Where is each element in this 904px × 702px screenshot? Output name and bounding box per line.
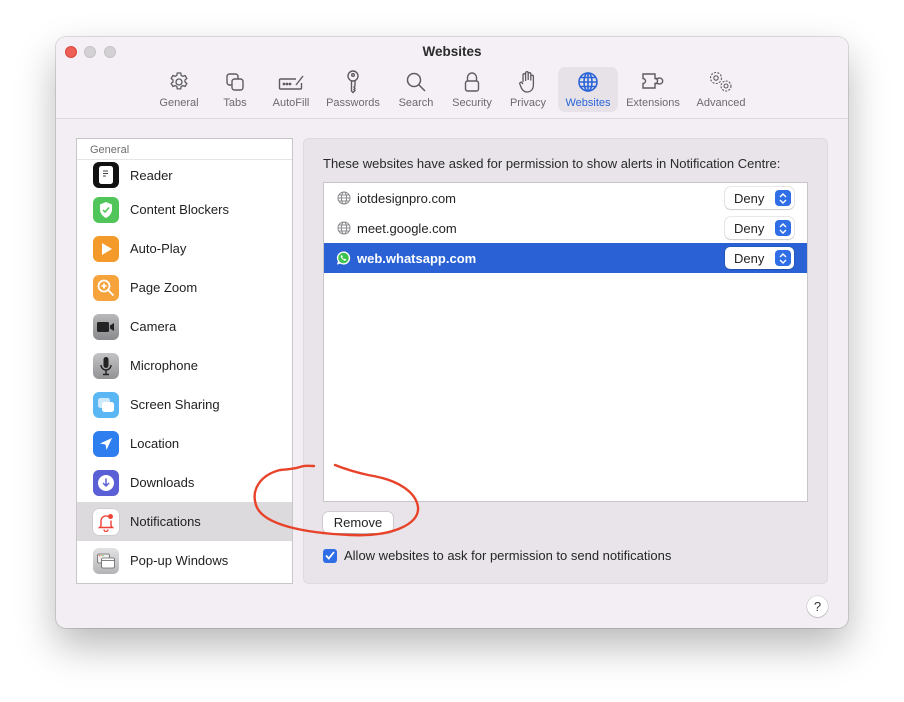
sidebar-item-label: Notifications	[130, 514, 201, 529]
gears-icon	[707, 69, 735, 95]
permission-select[interactable]: Deny	[725, 187, 794, 209]
sidebar-item-location[interactable]: Location	[77, 424, 292, 463]
website-name: iotdesignpro.com	[357, 190, 456, 206]
website-row[interactable]: iotdesignpro.com Deny	[324, 183, 807, 213]
permission-select[interactable]: Deny	[725, 247, 794, 269]
sidebar-item-label: Pop-up Windows	[130, 553, 229, 568]
tab-label: AutoFill	[272, 97, 310, 109]
sidebar-item-label: Page Zoom	[130, 280, 198, 295]
permission-value: Deny	[734, 220, 765, 236]
sidebar-item-page-zoom[interactable]: Page Zoom	[77, 268, 292, 307]
whatsapp-icon	[336, 251, 351, 266]
remove-button[interactable]: Remove	[323, 512, 393, 533]
globe-icon	[336, 221, 351, 236]
preferences-toolbar: General Tabs AutoFill Passwords Search S…	[56, 67, 848, 113]
tab-label: Passwords	[326, 97, 380, 109]
tab-autofill[interactable]: AutoFill	[266, 67, 316, 112]
sidebar-item-notifications[interactable]: Notifications	[77, 502, 292, 541]
website-name: meet.google.com	[357, 220, 457, 236]
sidebar-section-header: General	[77, 139, 292, 160]
window-title: Websites	[422, 44, 482, 59]
chevron-up-down-icon	[775, 190, 791, 206]
reader-icon	[93, 162, 119, 188]
download-icon	[93, 469, 119, 496]
sidebar-item-content-blockers[interactable]: Content Blockers	[77, 190, 292, 229]
preferences-window: Websites General Tabs AutoFill Passwords…	[56, 37, 848, 628]
website-list[interactable]: iotdesignpro.com Deny meet.google.com De…	[323, 182, 808, 502]
popup-windows-icon	[93, 547, 119, 574]
sidebar-item-label: Auto-Play	[130, 241, 187, 256]
sidebar-item-label: Location	[130, 436, 180, 451]
shield-icon	[93, 196, 119, 223]
notifications-panel: These websites have asked for permission…	[303, 138, 828, 584]
screen-sharing-icon	[93, 391, 119, 418]
tab-label: Tabs	[223, 97, 247, 109]
website-row[interactable]: web.whatsapp.com Deny	[324, 243, 807, 273]
camera-icon	[93, 313, 119, 340]
sidebar-item-camera[interactable]: Camera	[77, 307, 292, 346]
tab-general[interactable]: General	[152, 67, 206, 112]
tab-privacy[interactable]: Privacy	[504, 67, 552, 112]
permissions-sidebar: General Reader Content Blockers Auto-Pla…	[76, 138, 293, 584]
sidebar-item-label: Screen Sharing	[130, 397, 220, 412]
tab-label: General	[159, 97, 199, 109]
globe-icon	[574, 69, 602, 95]
tab-label: Security	[452, 97, 492, 109]
sidebar-item-microphone[interactable]: Microphone	[77, 346, 292, 385]
tab-label: Privacy	[509, 97, 547, 109]
sidebar-item-label: Camera	[130, 319, 177, 334]
allow-notifications-row[interactable]: Allow websites to ask for permission to …	[323, 548, 671, 563]
tab-websites[interactable]: Websites	[558, 67, 618, 112]
allow-notifications-label: Allow websites to ask for permission to …	[344, 548, 672, 563]
tab-search[interactable]: Search	[392, 67, 440, 112]
location-icon	[93, 430, 119, 457]
website-name: web.whatsapp.com	[357, 250, 477, 266]
tab-advanced[interactable]: Advanced	[690, 67, 752, 112]
chevron-up-down-icon	[775, 220, 791, 236]
hand-icon	[514, 69, 542, 95]
sidebar-item-screen-sharing[interactable]: Screen Sharing	[77, 385, 292, 424]
sidebar-item-downloads[interactable]: Downloads	[77, 463, 292, 502]
sidebar-item-label: Content Blockers	[130, 202, 229, 217]
autofill-icon	[277, 69, 305, 95]
microphone-icon	[93, 352, 119, 379]
title-bar: Websites General Tabs AutoFill Passwords…	[56, 37, 848, 119]
sidebar-item-label: Downloads	[130, 475, 195, 490]
sidebar-item-popup-windows[interactable]: Pop-up Windows	[77, 541, 292, 580]
allow-notifications-checkbox[interactable]	[323, 548, 337, 563]
play-icon	[93, 235, 119, 262]
tab-security[interactable]: Security	[446, 67, 498, 112]
permission-select[interactable]: Deny	[725, 217, 794, 239]
chevron-up-down-icon	[775, 250, 791, 266]
permission-value: Deny	[734, 190, 765, 206]
permission-value: Deny	[734, 250, 765, 266]
tab-label: Advanced	[696, 97, 746, 109]
help-button[interactable]: ?	[807, 596, 828, 617]
lock-icon	[458, 69, 486, 95]
website-row[interactable]: meet.google.com Deny	[324, 213, 807, 243]
sidebar-item-label: Reader	[130, 167, 173, 183]
tab-extensions[interactable]: Extensions	[622, 67, 684, 112]
tab-label: Websites	[565, 97, 611, 109]
tabs-icon	[221, 69, 249, 95]
key-icon	[339, 69, 367, 95]
tab-tabs[interactable]: Tabs	[212, 67, 258, 112]
sidebar-item-label: Microphone	[130, 358, 198, 373]
puzzle-icon	[639, 69, 667, 95]
globe-icon	[336, 191, 351, 206]
gear-icon	[165, 69, 193, 95]
tab-passwords[interactable]: Passwords	[322, 67, 384, 112]
sidebar-item-reader[interactable]: Reader	[77, 160, 292, 190]
panel-description: These websites have asked for permission…	[323, 156, 781, 171]
zoom-icon	[93, 274, 119, 301]
bell-icon	[93, 508, 119, 535]
sidebar-item-auto-play[interactable]: Auto-Play	[77, 229, 292, 268]
search-icon	[402, 69, 430, 95]
tab-label: Extensions	[626, 97, 680, 109]
tab-label: Search	[398, 97, 434, 109]
